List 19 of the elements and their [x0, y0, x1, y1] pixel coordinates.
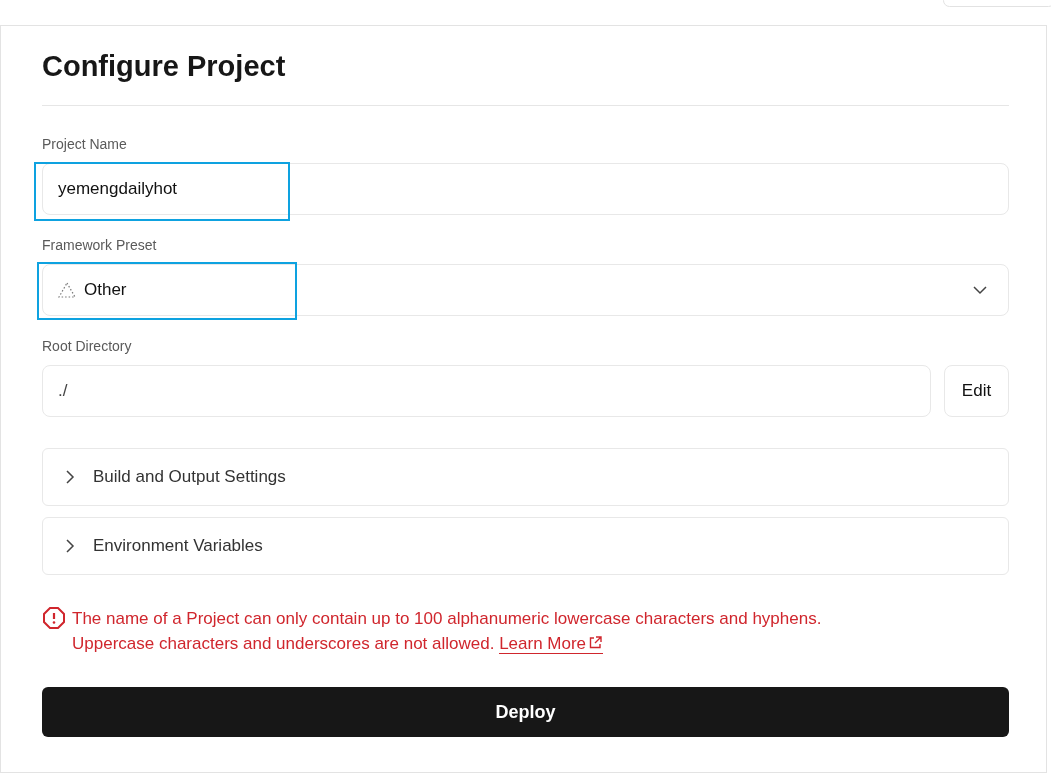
framework-select[interactable]: Other: [42, 264, 1009, 316]
error-message: The name of a Project can only contain up to 100 alphanumeric lowercase characters and hyphens. Uppercase characters and underscores are not allowed. Learn More: [72, 608, 823, 656]
collapsible-section[interactable]: Build and Output Settings: [42, 448, 1009, 506]
chevron-right-icon: [65, 470, 75, 484]
field-label: Root Directory: [42, 338, 133, 356]
collapsible-section[interactable]: Environment Variables: [42, 517, 1009, 575]
learn-more-link[interactable]: Learn More: [499, 634, 604, 654]
field-label: Project Name: [42, 136, 128, 154]
deploy-button[interactable]: Deploy: [42, 687, 1009, 737]
page-title: Configure Project: [42, 49, 287, 84]
project-name-field[interactable]: yemengdailyhot: [42, 163, 1009, 215]
warning-octagon-icon: [42, 606, 66, 630]
chevron-down-icon: [972, 285, 988, 295]
chevron-right-icon: [65, 539, 75, 553]
edit-button[interactable]: Edit: [944, 365, 1009, 417]
root-directory-field[interactable]: ./: [42, 365, 931, 417]
external-link-icon: [588, 635, 604, 650]
triangle-icon: [58, 282, 76, 298]
field-label: Framework Preset: [42, 237, 158, 255]
